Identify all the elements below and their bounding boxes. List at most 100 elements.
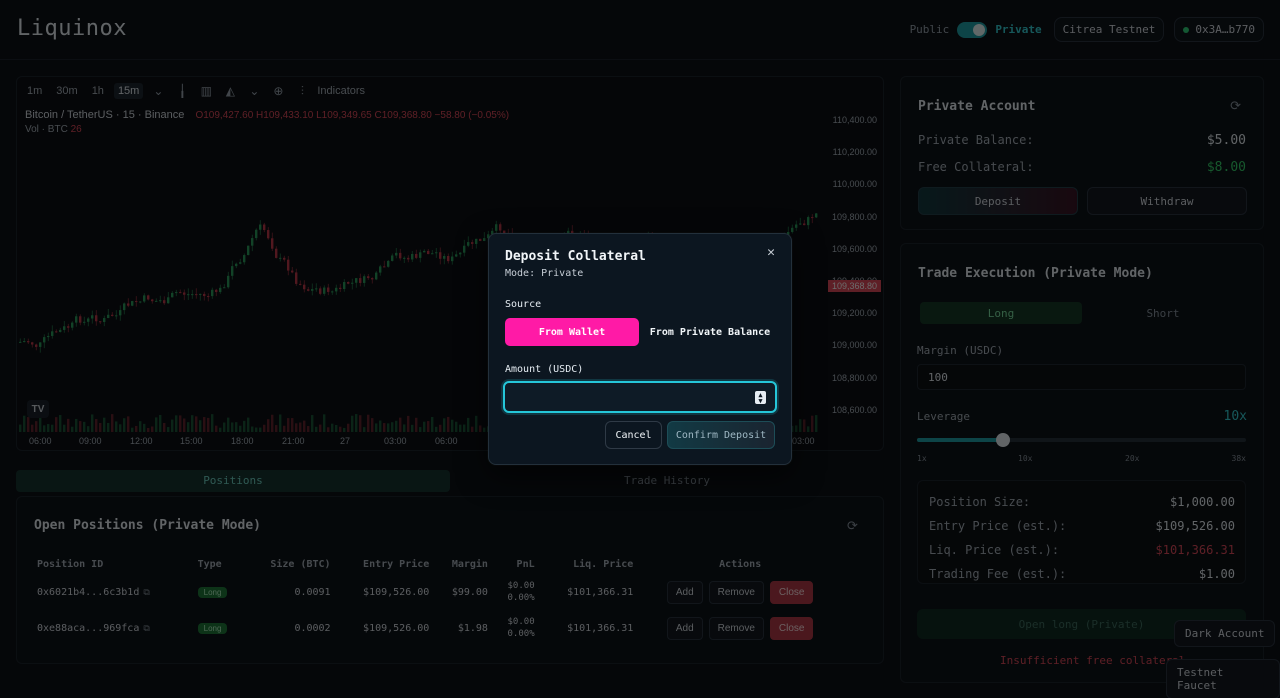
tick-1x: 1x: [917, 454, 927, 463]
trade-summary: Position Size: $1,000.00 Entry Price (est…: [917, 480, 1246, 584]
copy-icon[interactable]: ⧉: [143, 624, 149, 634]
from-wallet-button[interactable]: From Wallet: [505, 318, 639, 346]
candle-body: [403, 257, 406, 259]
timeframe-30m[interactable]: 30m: [52, 83, 81, 99]
cancel-button[interactable]: Cancel: [605, 421, 662, 449]
time-tick: 15:00: [180, 436, 203, 446]
candle-body: [223, 287, 226, 289]
timeframe-15m[interactable]: 15m: [113, 83, 144, 99]
timeframe-1m[interactable]: 1m: [23, 83, 46, 99]
close-icon[interactable]: ✕: [763, 244, 779, 260]
tab-trade-history[interactable]: Trade History: [450, 470, 884, 492]
volume-bar: [347, 423, 350, 432]
copy-icon[interactable]: ⧉: [143, 588, 149, 598]
summary-label: Entry Price (est.):: [929, 519, 1067, 533]
remove-margin-button[interactable]: Remove: [708, 580, 764, 604]
candle-body: [791, 227, 794, 232]
volume-bar: [155, 417, 158, 432]
amount-input[interactable]: [513, 389, 753, 407]
leverage-slider[interactable]: [917, 433, 1246, 447]
chevron-down-icon[interactable]: ⌄: [245, 82, 263, 100]
volume-bar: [195, 416, 198, 432]
refresh-icon[interactable]: ⟳: [847, 519, 861, 534]
volume-bar: [459, 424, 462, 432]
tab-positions[interactable]: Positions: [16, 470, 450, 492]
close-position-button[interactable]: Close: [769, 580, 814, 604]
volume-bar: [355, 414, 358, 432]
margin-input[interactable]: 100: [917, 364, 1246, 390]
candle-body: [311, 289, 314, 291]
bar-style-icon[interactable]: ╽: [173, 82, 191, 100]
amount-field[interactable]: ▲ ▼: [503, 381, 777, 413]
from-private-balance-button[interactable]: From Private Balance: [645, 318, 775, 346]
free-collateral-row: Free Collateral: $8.00: [918, 160, 1246, 175]
dark-account-button[interactable]: Dark Account: [1174, 620, 1276, 647]
leverage-label: Leverage: [917, 410, 970, 423]
indicators-button[interactable]: Indicators: [317, 85, 365, 97]
source-label: Source: [505, 299, 542, 310]
volume-bar: [171, 419, 174, 432]
chevron-down-icon[interactable]: ⌄: [149, 82, 167, 100]
candle-body: [483, 238, 486, 242]
timeframe-1h[interactable]: 1h: [88, 83, 108, 99]
col-size: Size (BTC): [270, 559, 331, 570]
candle-body: [295, 272, 298, 284]
candle-body: [803, 223, 806, 226]
volume-bar: [223, 422, 226, 432]
leverage-slider-thumb[interactable]: [995, 433, 1010, 447]
wallet-button[interactable]: 0x3A…b770: [1174, 17, 1264, 42]
col-type: Type: [197, 559, 222, 570]
candle-body: [435, 252, 438, 254]
volume-bar: [299, 422, 302, 432]
volume-bar: [811, 415, 814, 432]
tick-20x: 20x: [1125, 454, 1140, 463]
candle-body: [71, 322, 74, 328]
candle-body: [19, 341, 22, 343]
candle-body: [243, 255, 246, 263]
candles-icon[interactable]: ▥: [197, 82, 215, 100]
add-margin-button[interactable]: Add: [666, 616, 703, 640]
confirm-deposit-button[interactable]: Confirm Deposit: [667, 421, 775, 449]
position-id: 0xe88aca...969fca ⧉: [33, 610, 194, 646]
add-indicator-icon[interactable]: ⊕: [269, 82, 287, 100]
refresh-icon[interactable]: ⟳: [1230, 99, 1241, 114]
trade-execution-title: Trade Execution (Private Mode): [918, 266, 1153, 281]
price-tick: 109,800.00: [831, 211, 877, 222]
candle-body: [79, 316, 82, 323]
candle-body: [799, 223, 802, 225]
candle-body: [231, 266, 234, 276]
candle-body: [795, 224, 798, 228]
withdraw-button[interactable]: Withdraw: [1087, 187, 1247, 215]
volume-bar: [207, 417, 210, 432]
candle-body: [107, 314, 110, 319]
long-badge: Long: [197, 586, 228, 598]
volume-bar: [139, 421, 142, 432]
volume-bar: [75, 418, 78, 432]
candle-body: [255, 229, 258, 239]
privacy-toggle[interactable]: [957, 21, 988, 38]
volume-bar: [795, 425, 798, 432]
candle-body: [119, 310, 122, 316]
indicators-icon[interactable]: ⫶: [293, 82, 311, 100]
long-toggle[interactable]: Long: [920, 302, 1082, 324]
candle-body: [271, 238, 274, 249]
time-tick: 21:00: [282, 436, 305, 446]
chart-symbol: Bitcoin / TetherUS · 15 · Binance: [25, 109, 185, 121]
short-toggle[interactable]: Short: [1082, 302, 1244, 324]
col-liq-price: Liq. Price: [573, 559, 634, 570]
deposit-button[interactable]: Deposit: [918, 187, 1078, 215]
network-button[interactable]: Citrea Testnet: [1053, 17, 1165, 42]
candle-body: [323, 287, 326, 294]
app-logo: Liquinox: [17, 16, 127, 41]
stepper-icon[interactable]: ▲ ▼: [755, 391, 766, 405]
candle-body: [27, 341, 30, 343]
close-position-button[interactable]: Close: [769, 616, 814, 640]
testnet-faucet-button[interactable]: Testnet Faucet: [1166, 659, 1280, 698]
volume-bar: [403, 424, 406, 432]
add-margin-button[interactable]: Add: [666, 580, 703, 604]
remove-margin-button[interactable]: Remove: [708, 616, 764, 640]
volume-bar: [455, 421, 458, 432]
area-chart-icon[interactable]: ◭: [221, 82, 239, 100]
candle-body: [39, 342, 42, 347]
pnl-percent: 0.00%: [507, 629, 535, 639]
